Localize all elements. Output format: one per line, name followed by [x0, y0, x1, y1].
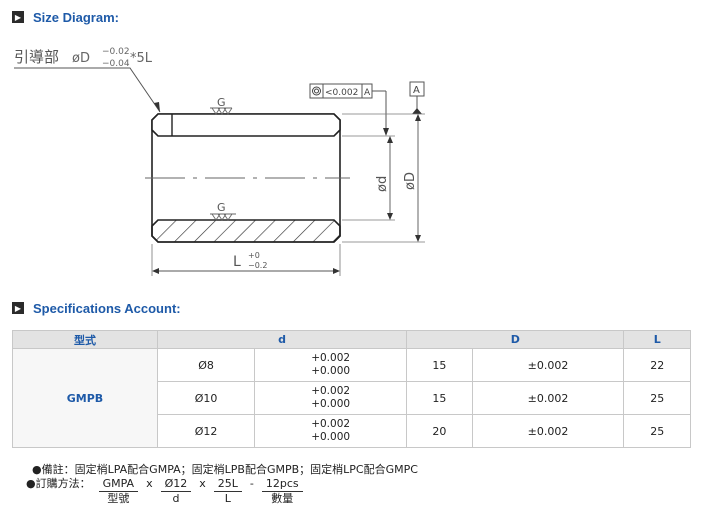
order-separator: x: [199, 477, 206, 490]
bushing-drawing: 引導部 øD −0.02 −0.04 *5L G G <0.002 A A ød…: [14, 47, 425, 276]
order-value: 12pcs: [261, 477, 303, 492]
guide-suffix: *5L: [130, 51, 153, 66]
order-value: GMPA: [98, 477, 139, 492]
d-value-cell: Ø8: [156, 348, 256, 382]
L-value-cell: 25: [623, 414, 691, 448]
tolerance-arrow-icon: [383, 128, 389, 136]
table-row: GMPB Ø8 +0.002 +0.000 15 ±0.002 22: [12, 348, 691, 448]
d-tol-cell: +0.002 +0.000: [254, 381, 408, 415]
table-header-row: 型式 d D L: [12, 330, 691, 349]
order-label: ●訂購方法：: [26, 477, 91, 490]
remark-note: ●備註：固定梢LPA配合GMPA；固定梢LPB配合GMPB；固定梢LPC配合GM…: [32, 463, 418, 476]
order-item-qty: 12pcs 數量: [261, 477, 303, 506]
dim-inner-arrow-bottom-icon: [387, 213, 393, 220]
d-tol-upper: +0.002: [311, 385, 351, 397]
d-value-cell: Ø12: [156, 414, 256, 448]
guide-label: 引導部: [14, 48, 59, 66]
d-value-cell: Ø10: [156, 381, 256, 415]
col-header-type: 型式: [12, 330, 158, 349]
tolerance-frame-datum: A: [364, 88, 371, 98]
D-tol-cell: ±0.002: [471, 414, 625, 448]
dim-length-arrow-left-icon: [152, 268, 159, 274]
d-tol-lower: +0.000: [311, 365, 351, 377]
dim-length-tol-upper: +0: [248, 251, 260, 260]
D-value-cell: 20: [406, 414, 473, 448]
arrow-bullet-icon: ▶: [12, 302, 24, 314]
tolerance-frame-value: <0.002: [325, 88, 358, 98]
order-method: ●訂購方法： GMPA 型號 x Ø12 d x 25L L - 12pcs 數…: [26, 477, 307, 506]
order-separator: -: [249, 477, 254, 490]
order-item-d: Ø12 d: [160, 477, 192, 506]
dim-outer-arrow-bottom-icon: [415, 235, 421, 242]
size-diagram-header: ▶ Size Diagram:: [12, 9, 119, 25]
d-tol-cell: +0.002 +0.000: [254, 348, 408, 382]
D-tol-cell: ±0.002: [471, 381, 625, 415]
dim-outer-label: øD: [403, 172, 418, 190]
datum-box-label: A: [413, 85, 420, 96]
model-cell: GMPB: [12, 348, 158, 448]
d-tol-lower: +0.000: [311, 398, 351, 410]
size-diagram-title: Size Diagram:: [33, 9, 119, 25]
spec-table: 型式 d D L GMPB Ø8 +0.002 +0.000 15 ±0.002…: [12, 330, 691, 448]
top-wall: [151, 113, 341, 137]
L-value-cell: 25: [623, 381, 691, 415]
order-caption: L: [224, 492, 231, 505]
D-tol-cell: ±0.002: [471, 348, 625, 382]
order-item-model: GMPA 型號: [98, 477, 139, 506]
col-header-D: D: [406, 330, 625, 349]
d-tol-upper: +0.002: [311, 352, 351, 364]
col-header-L: L: [623, 330, 691, 349]
col-header-d: d: [156, 330, 408, 349]
leader-arrow-icon: [154, 102, 160, 112]
order-caption: 型號: [107, 492, 130, 505]
dim-length-arrow-right-icon: [333, 268, 340, 274]
dim-inner-arrow-top-icon: [387, 136, 393, 143]
L-value-cell: 22: [623, 348, 691, 382]
guide-tol-upper: −0.02: [102, 47, 130, 57]
D-value-cell: 15: [406, 348, 473, 382]
dim-inner-label: ød: [375, 176, 390, 192]
arrow-bullet-icon: ▶: [12, 11, 24, 23]
datum-triangle-icon: [412, 108, 422, 114]
bottom-wall-hatched: [151, 219, 341, 243]
spec-header: ▶ Specifications Account:: [12, 300, 181, 316]
D-value-cell: 15: [406, 381, 473, 415]
d-tol-lower: +0.000: [311, 431, 351, 443]
d-tol-upper: +0.002: [311, 418, 351, 430]
spec-title: Specifications Account:: [33, 300, 181, 316]
dim-outer-arrow-top-icon: [415, 114, 421, 121]
order-caption: d: [172, 492, 180, 505]
order-caption: 數量: [271, 492, 294, 505]
order-value: Ø12: [160, 477, 192, 492]
guide-dim: øD: [72, 51, 90, 66]
dim-length-tol-lower: −0.2: [248, 261, 267, 270]
order-separator: x: [146, 477, 153, 490]
d-tol-cell: +0.002 +0.000: [254, 414, 408, 448]
order-item-L: 25L L: [213, 477, 242, 506]
dim-length-label: L: [233, 254, 241, 270]
order-value: 25L: [213, 477, 242, 492]
finish-mark-top: G: [217, 96, 226, 109]
guide-leader-line: [14, 67, 161, 113]
finish-triangle-bottom-icon: [210, 213, 236, 221]
finish-mark-bottom: G: [217, 201, 226, 214]
